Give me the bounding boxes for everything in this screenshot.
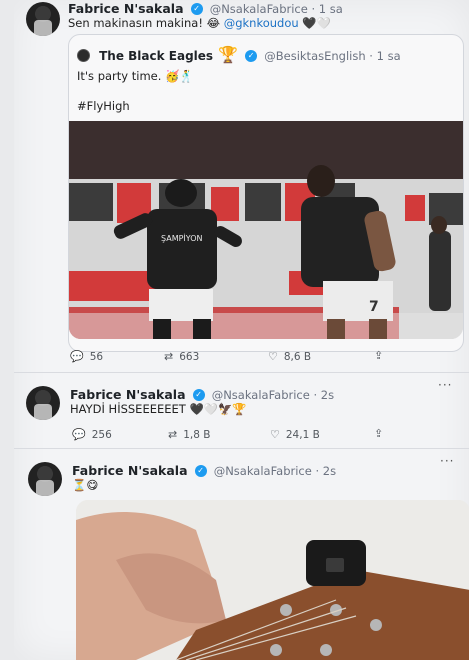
tweet-emojis: 🖤🤍🦅🏆 — [189, 402, 247, 416]
author-handle[interactable]: @NsakalaFabrice · 2s — [212, 388, 334, 402]
share-icon: ⇪ — [374, 349, 384, 362]
quote-header: The Black Eagles 🏆 ✓ @BesiktasEnglish · … — [77, 45, 401, 64]
shirt-text: ŞAMPİYON — [161, 233, 203, 243]
verified-icon: ✓ — [245, 49, 258, 62]
reply-icon: 💬 — [72, 428, 86, 441]
quoted-tweet-card[interactable]: The Black Eagles 🏆 ✓ @BesiktasEnglish · … — [68, 34, 464, 352]
retweet-button[interactable]: ⇄ 663 — [164, 350, 199, 363]
tweet-header: Fabrice N'sakala ✓ @NsakalaFabrice · 2s — [70, 384, 334, 403]
more-options-button[interactable]: ··· — [438, 378, 452, 392]
reply-button[interactable]: 💬 56 — [70, 350, 103, 363]
retweet-button[interactable]: ⇄ 1,8 B — [168, 428, 210, 441]
retweet-count: 663 — [179, 351, 200, 363]
divider — [14, 372, 469, 373]
avatar[interactable] — [26, 2, 60, 36]
tweet-text: HAYDİ HİSSEEEEEET 🖤🤍🦅🏆 — [70, 402, 247, 416]
reply-count: 256 — [91, 429, 112, 441]
verified-icon: ✓ — [192, 388, 205, 401]
quote-author-name: The Black Eagles — [99, 49, 214, 63]
mention-link[interactable]: @gknkoudou — [224, 16, 299, 30]
more-options-button[interactable]: ··· — [440, 454, 454, 468]
heart-icon: ♡ — [268, 350, 278, 363]
reply-icon: 💬 — [70, 350, 84, 363]
tweet-photo[interactable] — [76, 500, 469, 660]
divider — [14, 448, 469, 449]
quote-text: It's party time. 🥳🕺 — [77, 69, 194, 83]
like-button[interactable]: ♡ 24,1 B — [270, 428, 320, 441]
tweet-header: Fabrice N'sakala ✓ @NsakalaFabrice · 2s — [72, 460, 336, 479]
retweet-icon: ⇄ — [164, 350, 174, 363]
quote-author-handle: @BesiktasEnglish · 1 sa — [264, 49, 401, 63]
heart-icon: ♡ — [270, 428, 280, 441]
tweet-text-main: HAYDİ HİSSEEEEEET — [70, 402, 186, 416]
retweet-icon: ⇄ — [168, 428, 178, 441]
like-count: 8,6 B — [283, 351, 312, 363]
share-button[interactable]: ⇪ — [374, 426, 389, 440]
hashtag-link[interactable]: #FlyHigh — [77, 99, 130, 113]
locker-room-illustration: 7 ŞAMPİYON — [69, 121, 463, 339]
reply-button[interactable]: 💬 256 — [72, 428, 112, 441]
like-button[interactable]: ♡ 8,6 B — [268, 350, 311, 363]
verified-icon: ✓ — [194, 464, 207, 477]
share-button[interactable]: ⇪ — [374, 348, 389, 362]
share-icon: ⇪ — [374, 427, 384, 440]
like-count: 24,1 B — [285, 429, 320, 441]
tweet-text-main: Sen makinasın makina! 😂 — [68, 16, 224, 30]
quote-hashtag[interactable]: #FlyHigh — [77, 99, 130, 113]
quote-photo[interactable]: 7 ŞAMPİYON — [69, 121, 463, 339]
tweet-header: Fabrice N'sakala ✓ @NsakalaFabrice · 1 s… — [68, 0, 343, 17]
quote-avatar — [77, 49, 90, 62]
reply-count: 56 — [89, 351, 104, 363]
twitter-timeline: Fabrice N'sakala ✓ @NsakalaFabrice · 1 s… — [14, 0, 469, 660]
author-handle[interactable]: @NsakalaFabrice · 2s — [214, 464, 336, 478]
tweet-text: ⏳😋 — [72, 478, 99, 492]
author-name[interactable]: Fabrice N'sakala — [72, 463, 188, 478]
avatar[interactable] — [28, 462, 62, 496]
trophy-icon: 🏆 — [218, 45, 239, 64]
author-name[interactable]: Fabrice N'sakala — [68, 1, 184, 16]
tweet-text: Sen makinasın makina! 😂 @gknkoudou 🖤🤍 — [68, 16, 331, 30]
guitar-illustration — [76, 500, 469, 660]
heart-emojis: 🖤🤍 — [302, 16, 331, 30]
jersey-number: 7 — [369, 299, 379, 315]
author-name[interactable]: Fabrice N'sakala — [70, 387, 186, 402]
retweet-count: 1,8 B — [183, 429, 211, 441]
verified-icon: ✓ — [190, 2, 203, 15]
avatar[interactable] — [26, 386, 60, 420]
author-handle[interactable]: @NsakalaFabrice · 1 sa — [210, 2, 343, 16]
